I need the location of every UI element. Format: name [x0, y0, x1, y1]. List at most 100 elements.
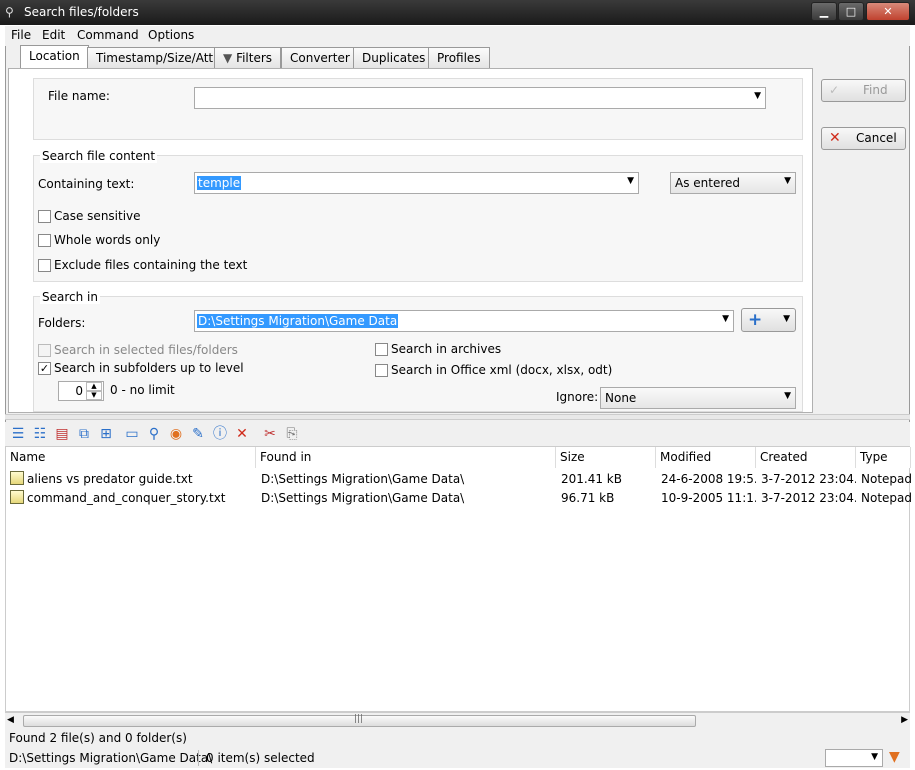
search-subfolders-checkbox[interactable]: ✓	[38, 362, 51, 375]
menu-bar: File Edit Command Options	[5, 26, 910, 46]
rename-icon[interactable]: ▭	[123, 425, 141, 443]
whole-words-label: Whole words only	[54, 233, 161, 247]
ignore-select[interactable]: None ▼	[600, 387, 796, 409]
list-icon[interactable]: ▤	[53, 425, 71, 443]
exclude-files-checkbox[interactable]	[38, 259, 51, 272]
row-created: 3-7-2012 23:04...	[761, 491, 856, 505]
menu-file[interactable]: File	[11, 28, 31, 42]
horizontal-scrollbar[interactable]: ◀ ||| ▶	[5, 712, 910, 729]
status-path: D:\Settings Migration\Game Data\	[9, 751, 213, 765]
level-hint: 0 - no limit	[110, 383, 175, 397]
stepper-up-icon[interactable]: ▲	[86, 382, 102, 391]
table-row[interactable]: aliens vs predator guide.txt D:\Settings…	[6, 469, 911, 488]
row-modified: 24-6-2008 19:5...	[661, 472, 756, 486]
close-button[interactable]: ✕	[866, 2, 910, 21]
content-group-title: Search file content	[40, 149, 158, 163]
file-name-input[interactable]: ▼	[194, 87, 766, 109]
tab-label: Converter	[290, 51, 350, 65]
properties-icon[interactable]: ⓘ	[211, 425, 229, 443]
match-mode-select[interactable]: As entered ▼	[670, 172, 796, 194]
column-header-name[interactable]: Name	[6, 447, 256, 468]
column-header-modified[interactable]: Modified	[656, 447, 756, 468]
column-header-created[interactable]: Created	[756, 447, 856, 468]
column-header-found-in[interactable]: Found in	[256, 447, 556, 468]
edit-icon[interactable]: ✎	[189, 425, 207, 443]
search-selected-checkbox[interactable]	[38, 344, 51, 357]
match-mode-value: As entered	[675, 176, 741, 190]
tab-timestamp[interactable]: Timestamp/Size/Attr	[87, 47, 228, 68]
case-sensitive-checkbox[interactable]	[38, 210, 51, 223]
view-icon[interactable]: ◉	[167, 425, 185, 443]
row-type: Notepad+	[861, 491, 911, 505]
status-bar: D:\Settings Migration\Game Data\ 0 item(…	[5, 748, 910, 768]
tab-profiles[interactable]: Profiles	[428, 47, 490, 68]
tab-filters[interactable]: ▼ Filters	[214, 47, 282, 68]
search-icon[interactable]: ⚲	[145, 425, 163, 443]
minimize-button[interactable]: ▁	[811, 2, 837, 21]
folders-value: D:\Settings Migration\Game Data	[197, 314, 399, 328]
tab-location[interactable]: Location	[20, 45, 89, 69]
menu-edit[interactable]: Edit	[42, 28, 65, 42]
scroll-right-icon[interactable]: ▶	[901, 715, 908, 725]
row-type: Notepad+	[861, 472, 911, 486]
scrollbar-thumb[interactable]: |||	[23, 714, 696, 727]
search-office-checkbox[interactable]	[375, 364, 388, 377]
column-header-type[interactable]: Type	[856, 447, 911, 468]
tab-label: Timestamp/Size/Attr	[96, 51, 219, 65]
folders-input[interactable]: D:\Settings Migration\Game Data ▼	[194, 310, 734, 332]
row-size: 201.41 kB	[561, 472, 622, 486]
filter-icon[interactable]: ▼	[889, 749, 900, 765]
row-name: aliens vs predator guide.txt	[27, 472, 193, 486]
tab-label: Duplicates	[362, 51, 426, 65]
add-folder-button[interactable]: + ▼	[741, 308, 796, 332]
cancel-button[interactable]: ✕ Cancel	[821, 127, 906, 150]
splitter-handle[interactable]	[5, 414, 910, 420]
case-sensitive-label: Case sensitive	[54, 209, 141, 223]
cancel-label: Cancel	[856, 131, 897, 145]
level-stepper[interactable]: 0 ▲ ▼	[58, 381, 104, 401]
search-archives-label: Search in archives	[391, 342, 502, 356]
export-icon[interactable]: ⊞	[97, 425, 115, 443]
search-archives-checkbox[interactable]	[375, 343, 388, 356]
chevron-down-icon: ▼	[871, 752, 878, 762]
find-button[interactable]: ✓ Find	[821, 79, 906, 102]
results-list: Name Found in Size Modified Created Type…	[5, 446, 911, 712]
select-files-icon[interactable]: ☷	[31, 425, 49, 443]
search-subfolders-label: Search in subfolders up to level	[54, 361, 244, 375]
app-icon: ⚲	[5, 5, 14, 19]
maximize-button[interactable]: □	[838, 2, 864, 21]
table-row[interactable]: command_and_conquer_story.txt D:\Setting…	[6, 488, 911, 507]
chevron-down-icon[interactable]: ▼	[722, 314, 729, 324]
column-header-size[interactable]: Size	[556, 447, 656, 468]
row-found-in: D:\Settings Migration\Game Data\	[261, 472, 465, 486]
filter-select[interactable]: ▼	[825, 749, 883, 767]
level-value: 0	[75, 384, 83, 398]
chevron-down-icon[interactable]: ▼	[754, 91, 761, 101]
tab-duplicates[interactable]: Duplicates	[353, 47, 435, 68]
cut-icon[interactable]: ✂	[261, 425, 279, 443]
status-bar-summary: Found 2 file(s) and 0 folder(s)	[5, 729, 910, 748]
results-toolbar: ☰ ☷ ▤ ⧉ ⊞ ▭ ⚲ ◉ ✎ ⓘ ✕ ✂ ⎘	[5, 422, 910, 446]
chevron-down-icon[interactable]: ▼	[627, 176, 634, 186]
menu-command[interactable]: Command	[77, 28, 139, 42]
stepper-down-icon[interactable]: ▼	[86, 391, 102, 400]
status-selected: 0 item(s) selected	[206, 751, 315, 765]
select-all-icon[interactable]: ☰	[9, 425, 27, 443]
chevron-down-icon: ▼	[784, 176, 791, 186]
file-name-label: File name:	[48, 89, 110, 103]
copy-icon[interactable]: ⎘	[283, 425, 301, 443]
filter-icon: ▼	[223, 51, 233, 65]
ignore-label: Ignore:	[556, 390, 599, 404]
chevron-down-icon: ▼	[784, 391, 791, 401]
tab-converter[interactable]: Converter	[281, 47, 359, 68]
plus-icon: +	[748, 310, 763, 330]
row-modified: 10-9-2005 11:1...	[661, 491, 756, 505]
containing-text-input[interactable]: temple ▼	[194, 172, 639, 194]
scroll-left-icon[interactable]: ◀	[7, 715, 14, 725]
delete-icon[interactable]: ✕	[233, 425, 251, 443]
whole-words-checkbox[interactable]	[38, 234, 51, 247]
menu-options[interactable]: Options	[148, 28, 194, 42]
containing-text-value: temple	[197, 176, 242, 190]
copy-list-icon[interactable]: ⧉	[75, 425, 93, 443]
search-selected-label: Search in selected files/folders	[54, 343, 238, 357]
